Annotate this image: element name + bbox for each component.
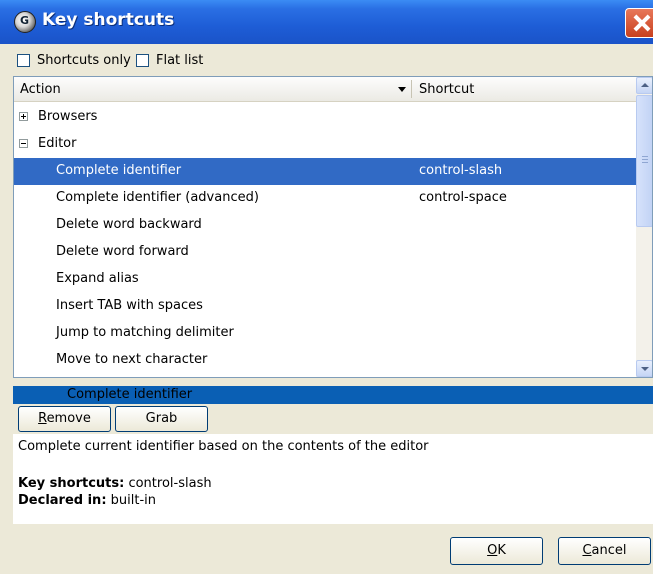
declared-in-value: built-in (106, 493, 157, 508)
action-cell: Move to next character (56, 352, 208, 367)
action-description: Complete current identifier based on the… (18, 439, 429, 454)
key-shortcuts-label: Key shortcuts: (18, 476, 125, 491)
column-divider[interactable] (411, 80, 412, 98)
declared-in-line: Declared in: built-in (18, 493, 156, 508)
scrollbar-thumb[interactable] (636, 95, 652, 227)
shortcuts-only-checkbox[interactable] (17, 54, 30, 67)
action-cell: Editor (38, 136, 77, 151)
action-cell: Jump to matching delimiter (56, 325, 234, 340)
grip-line (642, 162, 648, 163)
column-header: Action Shortcut (14, 77, 636, 102)
vertical-scrollbar[interactable] (636, 77, 652, 377)
action-cell: Browsers (38, 109, 98, 124)
details-panel: Complete current identifier based on the… (13, 434, 653, 524)
shortcuts-tree-view: Action Shortcut Browsers Editor Complete i… (13, 76, 653, 378)
tree-category-row[interactable]: Browsers (14, 104, 636, 131)
action-cell: Complete identifier (56, 163, 182, 178)
remove-mnemonic: R (38, 411, 47, 426)
declared-in-label: Declared in: (18, 493, 107, 508)
selected-action-bar: Complete identifier (13, 386, 653, 404)
flat-list-label[interactable]: Flat list (156, 53, 203, 68)
remove-button[interactable]: Remove (18, 406, 111, 432)
chevron-up-icon (641, 83, 649, 87)
action-column-header[interactable]: Action (20, 82, 61, 97)
tree-item-row[interactable]: Jump to matching delimiter (14, 320, 636, 347)
tree-item-row[interactable]: Complete identifier (advanced) control-sp… (14, 185, 636, 212)
grab-button[interactable]: Grab (115, 406, 208, 432)
tree-category-row[interactable]: Editor (14, 131, 636, 158)
flat-list-checkbox[interactable] (136, 54, 149, 67)
grip-line (642, 159, 648, 160)
grip-line (642, 156, 648, 157)
scroll-up-button[interactable] (636, 77, 652, 94)
chevron-down-icon (641, 367, 649, 371)
ok-label: K (497, 543, 506, 558)
action-cell: Delete word forward (56, 244, 189, 259)
ok-button[interactable]: OK (450, 537, 543, 565)
key-shortcuts-value: control-slash (124, 476, 212, 491)
ok-mnemonic: O (487, 543, 498, 558)
cancel-label: ancel (591, 543, 627, 558)
options-bar: Shortcuts only Flat list (0, 50, 653, 72)
tree-item-row[interactable]: Delete word forward (14, 239, 636, 266)
action-cell: Expand alias (56, 271, 139, 286)
shortcut-cell: control-slash (419, 163, 503, 178)
window-title: Key shortcuts (42, 10, 175, 30)
scroll-down-button[interactable] (636, 360, 652, 377)
shortcuts-only-label[interactable]: Shortcuts only (37, 53, 131, 68)
tree-item-row[interactable]: Expand alias (14, 266, 636, 293)
gps-logo-icon (14, 11, 36, 33)
tree-item-row[interactable]: Delete word backward (14, 212, 636, 239)
tree-item-row[interactable]: Move to next character (14, 347, 636, 374)
collapse-icon[interactable] (19, 139, 28, 148)
cancel-mnemonic: C (582, 543, 592, 558)
grab-label: Grab (145, 411, 178, 426)
selected-action-label: Complete identifier (67, 387, 193, 402)
title-bar[interactable]: Key shortcuts (0, 0, 653, 44)
tree-item-row[interactable]: Insert TAB with spaces (14, 293, 636, 320)
shortcut-cell: control-space (419, 190, 507, 205)
tree-item-row[interactable]: Complete identifier control-slash (14, 158, 636, 185)
pane-splitter[interactable] (13, 382, 653, 385)
shortcut-column-header[interactable]: Shortcut (419, 82, 474, 97)
key-shortcuts-dialog: Key shortcuts Shortcuts only Flat list A… (0, 0, 653, 574)
action-cell: Delete word backward (56, 217, 202, 232)
action-cell: Complete identifier (advanced) (56, 190, 259, 205)
key-shortcuts-line: Key shortcuts: control-slash (18, 476, 212, 491)
cancel-button[interactable]: Cancel (558, 537, 651, 565)
sort-arrow-icon[interactable] (398, 87, 406, 92)
remove-label: emove (46, 411, 91, 426)
action-cell: Insert TAB with spaces (56, 298, 203, 313)
expand-icon[interactable] (19, 112, 28, 121)
close-icon[interactable] (625, 8, 653, 38)
